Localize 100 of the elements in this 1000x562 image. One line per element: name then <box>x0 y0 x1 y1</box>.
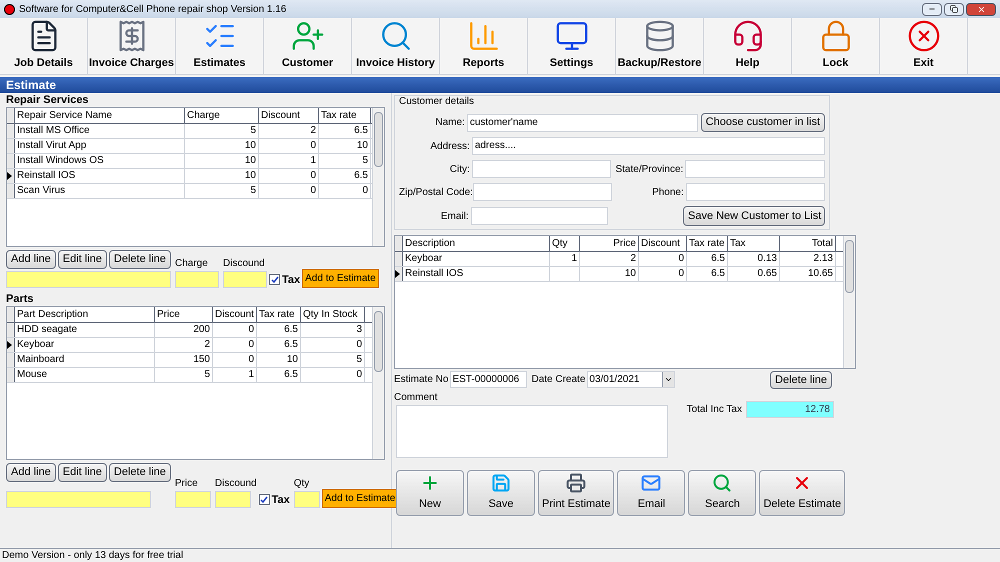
add-to-estimate-button[interactable]: Add to Estimate <box>302 269 379 288</box>
input-field[interactable] <box>223 271 267 288</box>
restore-button[interactable] <box>944 2 964 16</box>
column-header[interactable]: Part Description <box>15 307 155 322</box>
input-field[interactable] <box>472 160 612 178</box>
column-header[interactable]: Repair Service Name <box>15 108 185 123</box>
column-header[interactable]: Description <box>403 236 550 251</box>
input-field[interactable]: customer'name <box>466 114 698 132</box>
column-header[interactable]: Tax rate <box>319 108 371 123</box>
toolbar-button[interactable]: Reports <box>440 18 528 74</box>
line-button[interactable]: Edit line <box>58 463 107 482</box>
total-field: 12.78 <box>746 401 834 418</box>
toolbar-button[interactable]: Help <box>704 18 792 74</box>
table-cell: Keyboar <box>15 338 155 352</box>
input-field[interactable] <box>473 183 612 201</box>
line-button[interactable]: Delete line <box>108 250 171 269</box>
input-field[interactable] <box>175 271 219 288</box>
close-button[interactable] <box>966 2 996 16</box>
table-cell: 0 <box>213 338 257 352</box>
input-field[interactable] <box>214 491 251 508</box>
input-field[interactable] <box>686 183 825 201</box>
total-label: Total Inc Tax <box>686 403 742 417</box>
row-header[interactable] <box>7 169 15 183</box>
section-title: Estimate <box>6 77 56 94</box>
close-icon <box>976 4 986 14</box>
table-cell: 0 <box>319 184 371 198</box>
printer-icon <box>566 473 586 494</box>
add-to-estimate-button[interactable]: Add to Estimate <box>322 489 398 508</box>
action-button[interactable]: Print Estimate <box>538 470 614 516</box>
field-label: Date Create <box>531 373 586 387</box>
toolbar-button[interactable]: Invoice History <box>352 18 440 74</box>
toolbar-button[interactable]: Estimates <box>176 18 264 74</box>
input-field[interactable] <box>294 491 320 508</box>
toolbar-button[interactable]: Exit <box>880 18 968 74</box>
table-cell: 1 <box>213 368 257 382</box>
scrollbar[interactable] <box>372 108 384 246</box>
field-label: Phone: <box>651 186 684 200</box>
row-header[interactable] <box>7 338 15 352</box>
action-button[interactable]: New <box>396 470 464 516</box>
column-header[interactable]: Tax rate <box>687 236 728 251</box>
input-field[interactable]: adress.... <box>472 137 825 155</box>
comment-field[interactable] <box>396 405 668 458</box>
date-picker[interactable]: 03/01/2021 <box>587 371 676 388</box>
toolbar-button[interactable]: Customer <box>264 18 352 74</box>
action-button[interactable]: Search <box>688 470 756 516</box>
column-header[interactable]: Discount <box>213 307 257 322</box>
column-header[interactable]: Qty <box>550 236 580 251</box>
line-button[interactable]: Delete line <box>108 463 171 482</box>
delete-line-button[interactable]: Delete line <box>770 371 832 389</box>
comment-label: Comment <box>394 391 438 405</box>
toolbar-button[interactable]: Job Details <box>0 18 88 74</box>
table-cell: 6.5 <box>687 252 728 266</box>
status-text: Demo Version - only 13 days for free trial <box>2 549 184 562</box>
column-header[interactable]: Qty In Stock <box>301 307 365 322</box>
input-field[interactable] <box>6 271 171 288</box>
toolbar-button[interactable]: Lock <box>792 18 880 74</box>
row-pointer-icon <box>395 270 400 278</box>
action-button[interactable]: Delete Estimate <box>759 470 846 516</box>
line-button[interactable]: Add line <box>6 463 56 482</box>
estimate-number-field[interactable]: EST-00000006 <box>450 371 528 388</box>
line-button[interactable]: Edit line <box>58 250 107 269</box>
field-label: Qty <box>294 477 310 491</box>
column-header[interactable]: Charge <box>185 108 259 123</box>
scrollbar[interactable] <box>372 307 384 459</box>
table-cell: 6.5 <box>257 368 301 382</box>
choose-customer-button[interactable]: Choose customer in list <box>700 113 825 132</box>
tax-checkbox[interactable] <box>269 274 280 286</box>
row-header[interactable] <box>395 267 403 281</box>
column-header[interactable]: Discount <box>639 236 687 251</box>
column-header[interactable]: Discount <box>259 108 319 123</box>
field-label: Discound <box>214 477 257 491</box>
table-cell: 10 <box>185 154 259 168</box>
column-header[interactable]: Price <box>155 307 213 322</box>
line-button[interactable]: Add line <box>6 250 56 269</box>
column-header[interactable]: Tax rate <box>257 307 301 322</box>
tax-label: Tax <box>272 492 290 508</box>
table-cell: 10 <box>257 353 301 367</box>
minimize-button[interactable] <box>922 2 942 16</box>
row-pointer-icon <box>7 341 12 349</box>
table-cell: 5 <box>301 353 365 367</box>
action-button[interactable]: Email <box>617 470 686 516</box>
scrollbar[interactable] <box>843 236 855 368</box>
toolbar-button[interactable]: Backup/Restore <box>616 18 704 74</box>
field-label: Name: <box>434 116 465 130</box>
input-field[interactable] <box>470 207 608 225</box>
checkmark-icon <box>260 496 268 504</box>
table-cell: Keyboar <box>403 252 550 266</box>
table-cell: 0 <box>259 169 319 183</box>
toolbar-button[interactable]: Settings <box>528 18 616 74</box>
action-button[interactable]: Save <box>467 470 535 516</box>
input-field[interactable] <box>6 491 151 508</box>
table-cell: 0 <box>301 368 365 382</box>
column-header[interactable]: Tax <box>728 236 780 251</box>
input-field[interactable] <box>174 491 211 508</box>
input-field[interactable] <box>685 160 825 178</box>
save-customer-button[interactable]: Save New Customer to List <box>682 206 825 226</box>
toolbar-button[interactable]: Invoice Charges <box>88 18 176 74</box>
field-label: Address: <box>429 140 470 154</box>
table-cell: 0 <box>639 267 687 281</box>
tax-checkbox[interactable] <box>258 494 270 506</box>
